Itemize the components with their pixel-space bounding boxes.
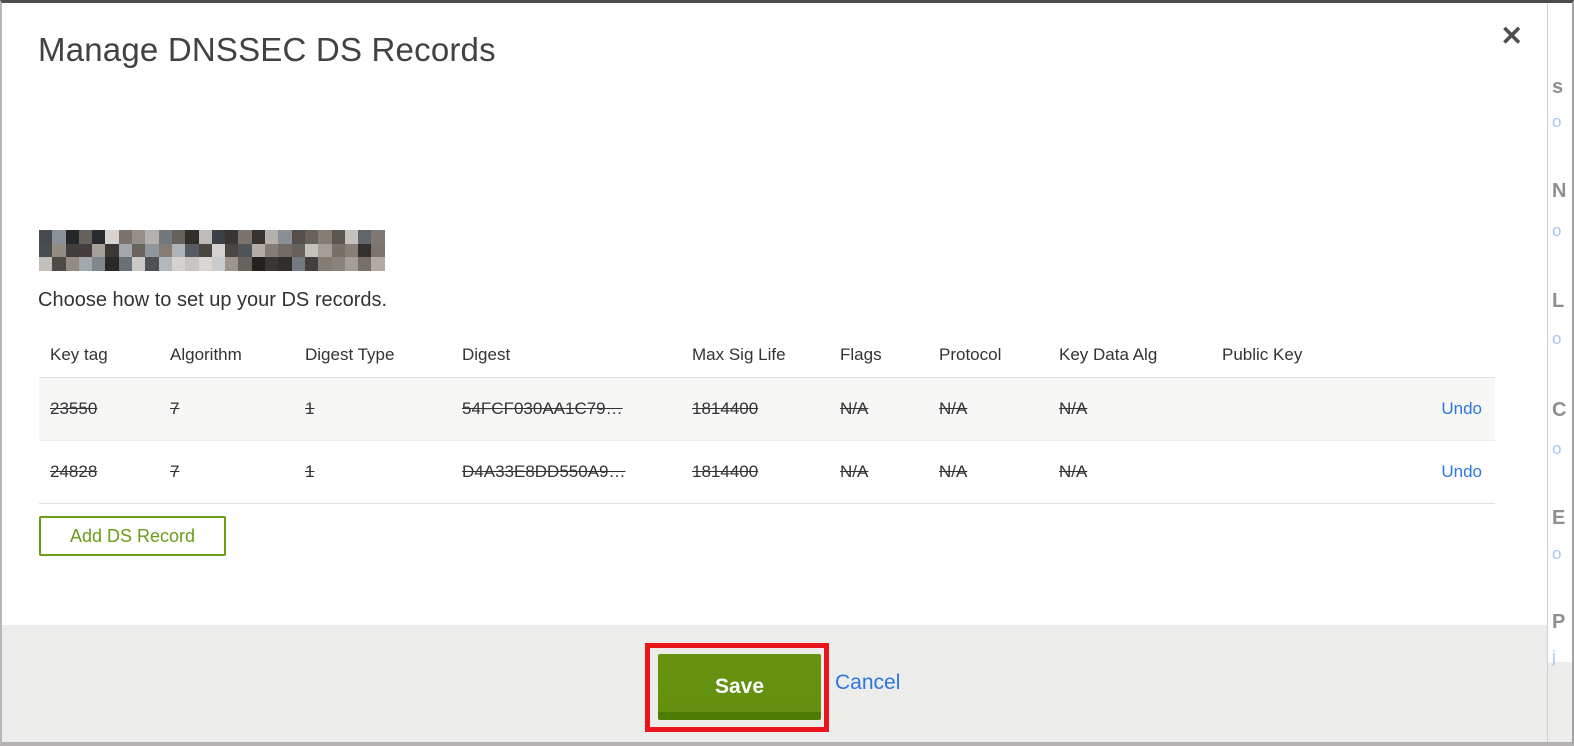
redacted-domain-name [39,230,398,271]
cell-key-tag: 23550 [39,377,159,440]
background-text-fragment: o [1552,439,1562,458]
close-icon[interactable]: ✕ [1500,23,1523,50]
cell-key-tag: 24828 [39,440,159,503]
background-text-fragment: E [1552,507,1566,529]
deleted-value: 7 [170,461,180,481]
deleted-value: N/A [840,398,869,418]
deleted-value: 1 [305,461,315,481]
cell-public-key [1211,377,1371,440]
cancel-link[interactable]: Cancel [835,671,900,695]
add-ds-record-button[interactable]: Add DS Record [39,516,227,556]
col-header-actions [1371,333,1495,378]
background-text-fragment: P [1552,611,1566,633]
deleted-value: N/A [1059,398,1088,418]
col-header-algorithm: Algorithm [159,333,294,378]
col-header-digest: Digest [451,333,681,378]
cell-digest-type: 1 [294,440,451,503]
page-title: Manage DNSSEC DS Records [38,31,496,68]
background-text-fragment: o [1552,544,1562,563]
deleted-value: 24828 [50,461,98,481]
deleted-value: N/A [939,398,968,418]
deleted-value: 7 [170,398,180,418]
background-text-fragment: N [1552,180,1567,202]
cell-key-data-alg: N/A [1048,440,1211,503]
background-text-fragment: j [1552,647,1556,666]
background-text-fragment: s [1552,76,1564,98]
save-button[interactable]: Save [658,654,821,720]
red-highlight-annotation: Save [645,643,829,732]
cell-digest-type: 1 [294,377,451,440]
cell-digest: 54FCF030AA1C79… [451,377,681,440]
deleted-value: 23550 [50,398,98,418]
cell-digest: D4A33E8DD550A9… [451,440,681,503]
background-text-fragment: o [1552,112,1562,131]
col-header-public-key: Public Key [1211,333,1371,378]
cell-protocol: N/A [928,440,1048,503]
undo-link[interactable]: Undo [1441,462,1482,481]
col-header-flags: Flags [829,333,928,378]
modal-footer: Save Cancel [2,625,1547,742]
deleted-value: N/A [840,461,869,481]
cell-max-sig-life: 1814400 [681,377,829,440]
deleted-value: 54FCF030AA1C79… [462,398,623,418]
col-header-key-data-alg: Key Data Alg [1048,333,1211,378]
background-text-fragment: L [1552,290,1565,312]
deleted-value: 1814400 [692,398,759,418]
background-page-footer [1548,662,1572,742]
deleted-value: D4A33E8DD550A9… [462,461,626,481]
ds-records-table: Key tag Algorithm Digest Type Digest Max… [39,333,1495,504]
background-page-strip: soNoLoCoEoPj [1547,3,1572,742]
deleted-value: N/A [939,461,968,481]
cell-key-data-alg: N/A [1048,377,1211,440]
col-header-protocol: Protocol [928,333,1048,378]
instruction-text: Choose how to set up your DS records. [38,289,388,311]
cell-flags: N/A [829,377,928,440]
background-text-fragment: o [1552,329,1562,348]
table-row: 24828 7 1 D4A33E8DD550A9… 1814400 N/A N/… [39,440,1495,503]
undo-link[interactable]: Undo [1441,399,1482,418]
col-header-max-sig-life: Max Sig Life [681,333,829,378]
manage-dnssec-modal: Manage DNSSEC DS Records ✕ Choose how to… [2,3,1547,742]
background-text-fragment: C [1552,399,1567,421]
screenshot-frame: Manage DNSSEC DS Records ✕ Choose how to… [0,0,1574,746]
cell-max-sig-life: 1814400 [681,440,829,503]
cell-flags: N/A [829,440,928,503]
cell-actions: Undo [1371,440,1495,503]
table-row: 23550 7 1 54FCF030AA1C79… 1814400 N/A N/… [39,377,1495,440]
col-header-digest-type: Digest Type [294,333,451,378]
cell-public-key [1211,440,1371,503]
cell-algorithm: 7 [159,377,294,440]
table-header-row: Key tag Algorithm Digest Type Digest Max… [39,333,1495,378]
cell-algorithm: 7 [159,440,294,503]
deleted-value: 1 [305,398,315,418]
background-text-fragment: o [1552,221,1562,240]
col-header-key-tag: Key tag [39,333,159,378]
deleted-value: 1814400 [692,461,759,481]
cell-protocol: N/A [928,377,1048,440]
deleted-value: N/A [1059,461,1088,481]
cell-actions: Undo [1371,377,1495,440]
